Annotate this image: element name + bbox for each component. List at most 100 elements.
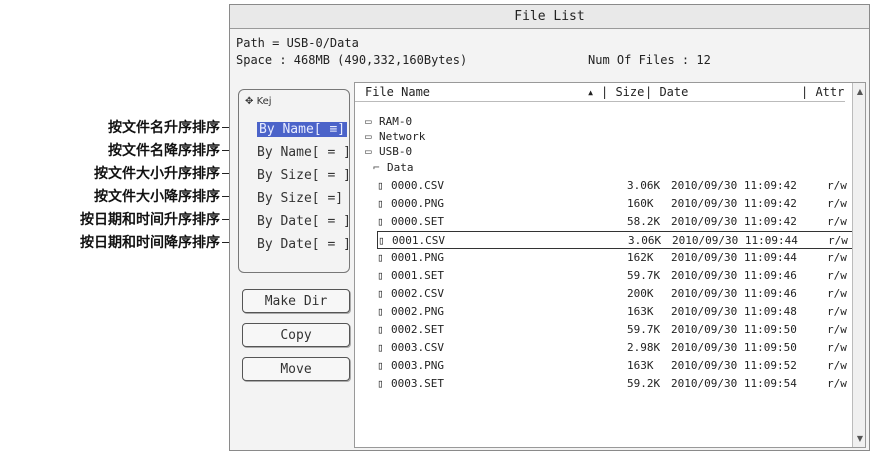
- file-name: 0002.SET: [391, 323, 444, 336]
- sort-by-name-desc[interactable]: By Name[ = ]: [257, 145, 351, 160]
- file-name: 0000.CSV: [391, 179, 444, 192]
- file-size: 3.06K: [628, 234, 662, 247]
- file-row[interactable]: ▯ 0000.PNG 160K 2010/09/30 11:09:42 r/w: [377, 195, 857, 213]
- scroll-up-arrow-icon[interactable]: ▲: [857, 87, 863, 96]
- move-button[interactable]: Move: [242, 357, 350, 381]
- file-row[interactable]: ▯ 0000.SET 58.2K 2010/09/30 11:09:42 r/w: [377, 213, 857, 231]
- file-date: 2010/09/30 11:09:42: [671, 179, 797, 192]
- file-row[interactable]: ▯ 0003.PNG 163K 2010/09/30 11:09:52 r/w: [377, 357, 857, 375]
- annotation-sort-date-asc: 按日期和时间升序排序: [80, 212, 220, 228]
- file-attr: r/w: [827, 215, 847, 228]
- file-size: 58.2K: [627, 215, 661, 228]
- file-attr: r/w: [827, 359, 847, 372]
- column-header-attr[interactable]: | Attr: [801, 85, 844, 99]
- file-icon: ▯: [377, 287, 384, 300]
- file-date: 2010/09/30 11:09:42: [671, 197, 797, 210]
- tree-item-usb0[interactable]: ▭ USB-0: [365, 145, 412, 158]
- tree-item-data[interactable]: ⌐ Data: [373, 161, 414, 174]
- file-row[interactable]: ▯ 0002.CSV 200K 2010/09/30 11:09:46 r/w: [377, 285, 857, 303]
- file-name: 0002.PNG: [391, 305, 444, 318]
- file-icon: ▯: [377, 179, 384, 192]
- file-size: 59.2K: [627, 377, 661, 390]
- file-date: 2010/09/30 11:09:48: [671, 305, 797, 318]
- sort-by-date-asc[interactable]: By Date[ = ]: [257, 214, 351, 229]
- file-date: 2010/09/30 11:09:46: [671, 287, 797, 300]
- column-header-size[interactable]: | Size: [601, 85, 644, 99]
- file-name: 0000.SET: [391, 215, 444, 228]
- file-size: 59.7K: [627, 269, 661, 282]
- file-row[interactable]: ▯ 0001.PNG 162K 2010/09/30 11:09:44 r/w: [377, 249, 857, 267]
- sort-options-panel: ✥ Kej By Name[ ≡] By Name[ = ] By Size[ …: [238, 89, 351, 273]
- sort-by-name-asc[interactable]: By Name[ ≡]: [257, 122, 348, 137]
- setting-file-icon: ▯: [377, 323, 384, 336]
- file-row[interactable]: ▯ 0003.CSV 2.98K 2010/09/30 11:09:50 r/w: [377, 339, 857, 357]
- file-date: 2010/09/30 11:09:46: [671, 269, 797, 282]
- tree-item-label: USB-0: [379, 145, 413, 158]
- file-attr: r/w: [827, 305, 847, 318]
- column-header-attr-label: Attr: [815, 85, 845, 99]
- file-attr: r/w: [827, 197, 847, 210]
- file-size: 2.98K: [627, 341, 661, 354]
- file-name: 0002.CSV: [391, 287, 444, 300]
- annotation-sort-name-desc: 按文件名降序排序: [108, 143, 220, 159]
- file-list-panel[interactable]: File Name ▴ | Size | Date | Attr ▭ RAM-0 …: [354, 82, 866, 448]
- file-attr: r/w: [828, 234, 848, 247]
- usb-drive-icon: ▭: [365, 145, 372, 158]
- tree-item-network[interactable]: ▭ Network: [365, 130, 425, 143]
- sort-by-size-asc[interactable]: By Size[ = ]: [257, 168, 351, 183]
- file-row[interactable]: ▯ 0001.SET 59.7K 2010/09/30 11:09:46 r/w: [377, 267, 857, 285]
- tree-item-ram0[interactable]: ▭ RAM-0: [365, 115, 412, 128]
- file-date: 2010/09/30 11:09:44: [671, 251, 797, 264]
- file-name: 0001.PNG: [391, 251, 444, 264]
- file-row[interactable]: ▯ 0002.SET 59.7K 2010/09/30 11:09:50 r/w: [377, 321, 857, 339]
- tree-item-label: Network: [379, 130, 426, 143]
- tree-item-label: RAM-0: [379, 115, 413, 128]
- file-icon: ▯: [378, 234, 385, 247]
- file-name: 0003.CSV: [391, 341, 444, 354]
- space-info: Space : 468MB (490,332,160Bytes): [236, 53, 468, 67]
- file-size: 162K: [627, 251, 654, 264]
- annotation-sort-size-asc: 按文件大小升序排序: [94, 166, 220, 182]
- copy-button[interactable]: Copy: [242, 323, 350, 347]
- file-date: 2010/09/30 11:09:52: [671, 359, 797, 372]
- file-name: 0000.PNG: [391, 197, 444, 210]
- image-file-icon: ▯: [377, 197, 384, 210]
- file-date: 2010/09/30 11:09:54: [671, 377, 797, 390]
- annotation-sort-date-desc: 按日期和时间降序排序: [80, 235, 220, 251]
- file-size: 3.06K: [627, 179, 661, 192]
- file-size: 200K: [627, 287, 654, 300]
- file-name: 0001.SET: [391, 269, 444, 282]
- file-attr: r/w: [827, 287, 847, 300]
- column-header-name[interactable]: File Name: [365, 85, 430, 99]
- file-list-window: File List Path = USB-0/Data Space : 468M…: [229, 4, 870, 451]
- file-attr: r/w: [827, 251, 847, 264]
- file-icon: ▯: [377, 341, 384, 354]
- sort-key-label: Kej: [256, 96, 272, 107]
- header-divider: [355, 101, 845, 102]
- file-attr: r/w: [827, 377, 847, 390]
- file-row[interactable]: ▯ 0000.CSV 3.06K 2010/09/30 11:09:42 r/w: [377, 177, 857, 195]
- sort-indicator-icon: ▴: [587, 85, 595, 99]
- file-row-selected[interactable]: ▯ 0001.CSV 3.06K 2010/09/30 11:09:44 r/w: [377, 231, 857, 249]
- sort-key-icon: ✥ Kej: [245, 96, 272, 107]
- sort-by-size-desc[interactable]: By Size[ =]: [257, 191, 343, 206]
- setting-file-icon: ▯: [377, 269, 384, 282]
- file-size: 59.7K: [627, 323, 661, 336]
- window-title: File List: [230, 5, 869, 29]
- file-attr: r/w: [827, 323, 847, 336]
- folder-icon: ⌐: [373, 161, 380, 174]
- file-date: 2010/09/30 11:09:44: [672, 234, 798, 247]
- file-date: 2010/09/30 11:09:42: [671, 215, 797, 228]
- file-row[interactable]: ▯ 0003.SET 59.2K 2010/09/30 11:09:54 r/w: [377, 375, 857, 393]
- file-date: 2010/09/30 11:09:50: [671, 341, 797, 354]
- scroll-down-arrow-icon[interactable]: ▼: [857, 434, 863, 443]
- file-name: 0001.CSV: [392, 234, 445, 247]
- file-row[interactable]: ▯ 0002.PNG 163K 2010/09/30 11:09:48 r/w: [377, 303, 857, 321]
- sort-by-date-desc[interactable]: By Date[ = ]: [257, 237, 351, 252]
- make-dir-button[interactable]: Make Dir: [242, 289, 350, 313]
- image-file-icon: ▯: [377, 251, 384, 264]
- column-header-date[interactable]: | Date: [645, 85, 688, 99]
- vertical-scrollbar[interactable]: ▲ ▼: [852, 83, 865, 447]
- file-size: 160K: [627, 197, 654, 210]
- file-date: 2010/09/30 11:09:50: [671, 323, 797, 336]
